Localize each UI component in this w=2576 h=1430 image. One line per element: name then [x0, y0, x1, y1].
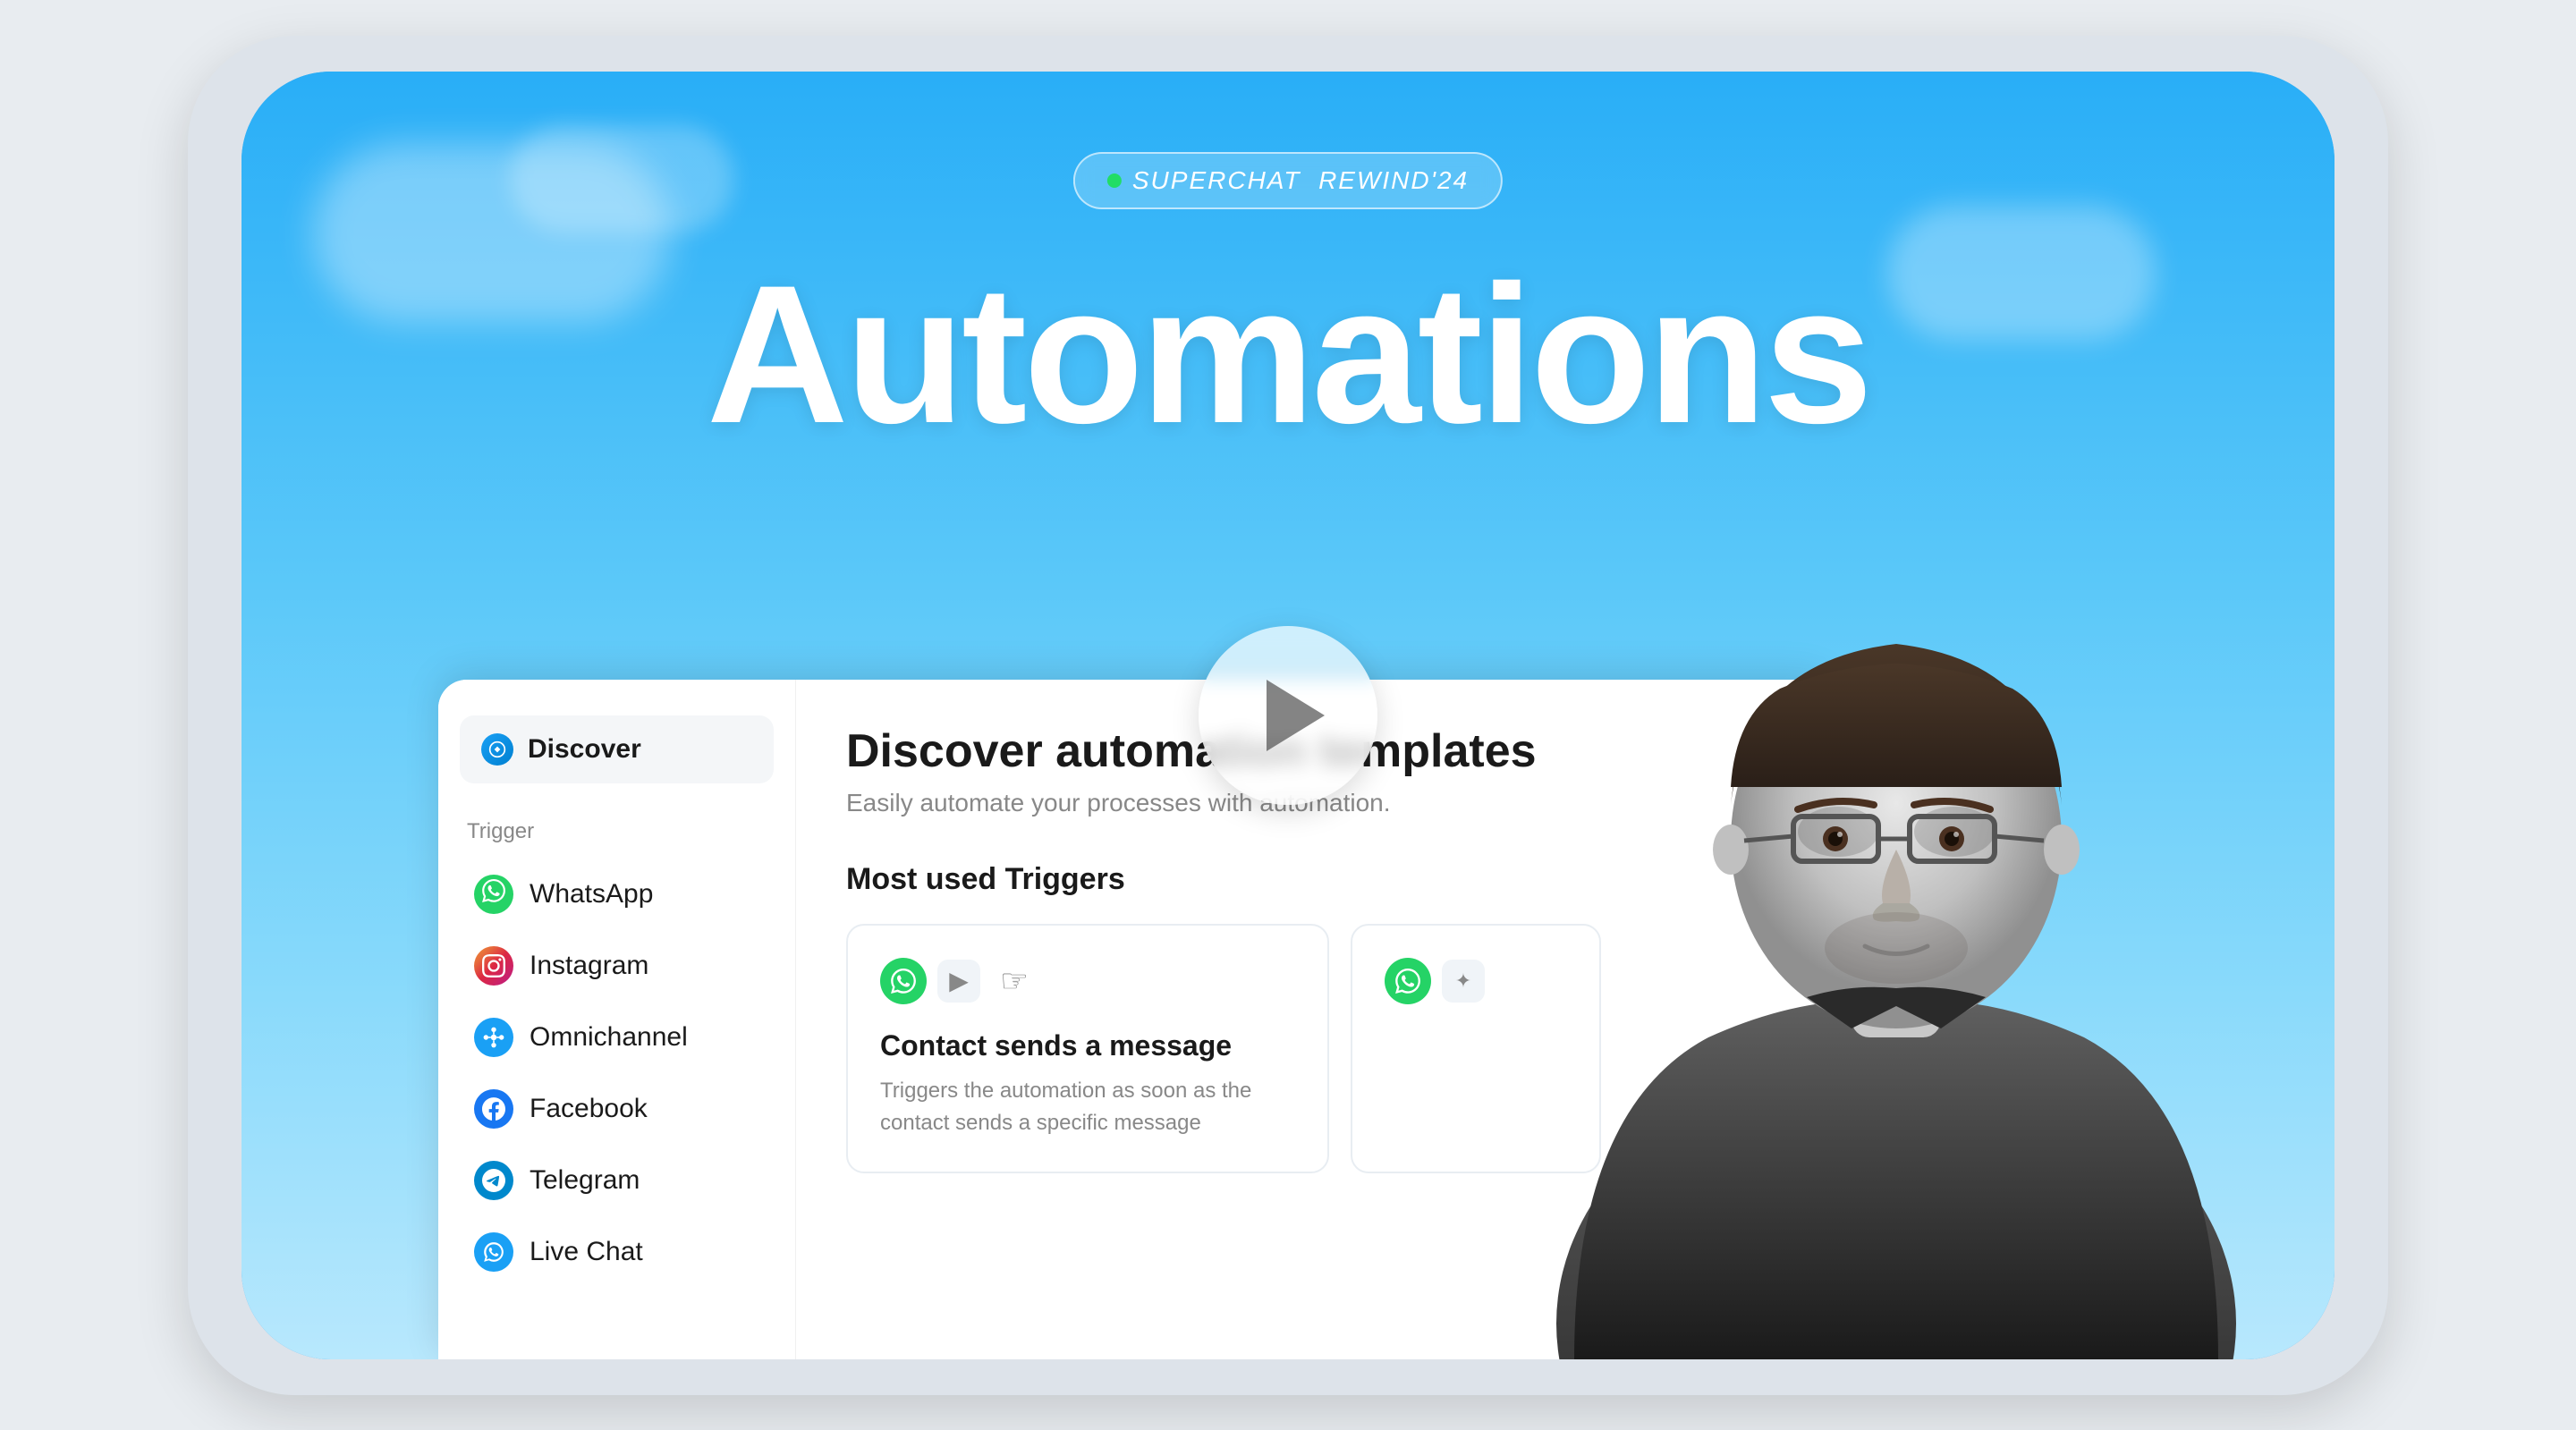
badge-text: SUPERCHAT REWIND'24 [1132, 166, 1469, 195]
event-badge: SUPERCHAT REWIND'24 [1073, 152, 1503, 209]
sidebar-item-facebook[interactable]: Facebook [460, 1073, 774, 1145]
badge-dot [1107, 173, 1122, 188]
whatsapp-label: WhatsApp [530, 879, 653, 910]
inner-card: SUPERCHAT REWIND'24 Automations [242, 72, 2334, 1359]
telegram-icon [474, 1161, 513, 1200]
person-container [1530, 501, 2263, 1359]
whatsapp-icon [474, 875, 513, 914]
facebook-icon [474, 1089, 513, 1129]
livechat-icon [474, 1232, 513, 1272]
telegram-label: Telegram [530, 1165, 640, 1196]
cloud-2 [1887, 206, 2156, 340]
trigger-card-1-channel-icon [880, 958, 927, 1004]
person-svg [1530, 501, 2263, 1359]
facebook-label: Facebook [530, 1094, 648, 1124]
sidebar-item-omnichannel[interactable]: Omnichannel [460, 1002, 774, 1073]
trigger-card-1[interactable]: ▶ ☞ Contact sends a message Triggers the… [846, 924, 1329, 1173]
badge-event: REWIND'24 [1318, 166, 1469, 194]
trigger-card-1-icons: ▶ ☞ [880, 958, 1295, 1004]
sidebar: Discover Trigger WhatsApp [438, 680, 796, 1359]
outer-card: SUPERCHAT REWIND'24 Automations [188, 36, 2388, 1395]
play-icon [1267, 680, 1325, 751]
play-button[interactable] [1199, 626, 1377, 805]
trigger-card-1-title: Contact sends a message [880, 1029, 1295, 1062]
trigger-card-2-channel-icon [1385, 958, 1431, 1004]
discover-icon [481, 733, 513, 766]
sidebar-item-livechat[interactable]: Live Chat [460, 1216, 774, 1288]
sidebar-discover-label: Discover [528, 734, 641, 765]
sidebar-item-discover[interactable]: Discover [460, 715, 774, 783]
instagram-icon [474, 946, 513, 986]
trigger-card-2-wand: ✦ [1442, 960, 1485, 1003]
trigger-card-1-desc: Triggers the automation as soon as the c… [880, 1075, 1295, 1139]
livechat-label: Live Chat [530, 1237, 643, 1267]
sidebar-item-whatsapp[interactable]: WhatsApp [460, 859, 774, 930]
trigger-section-label: Trigger [460, 819, 774, 844]
omnichannel-label: Omnichannel [530, 1022, 688, 1053]
sidebar-item-instagram[interactable]: Instagram [460, 930, 774, 1002]
main-title: Automations [707, 241, 1869, 468]
sidebar-item-telegram[interactable]: Telegram [460, 1145, 774, 1216]
cloud-3 [510, 125, 733, 233]
trigger-card-1-cursor: ☞ [991, 958, 1038, 1004]
instagram-label: Instagram [530, 951, 648, 981]
omnichannel-icon [474, 1018, 513, 1057]
trigger-card-1-arrow: ▶ [937, 960, 980, 1003]
badge-brand: SUPERCHAT [1132, 166, 1301, 194]
